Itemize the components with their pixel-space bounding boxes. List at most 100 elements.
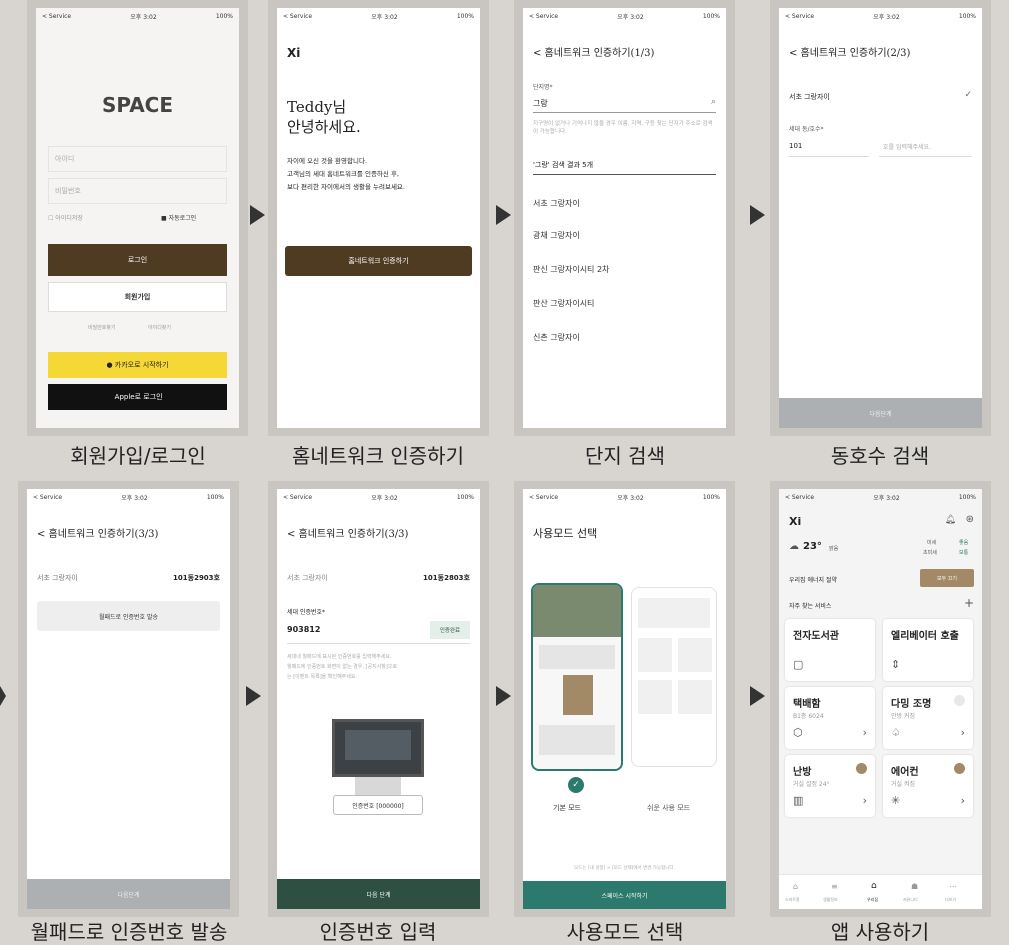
community-icon: ☗ <box>911 882 919 891</box>
verify-badge[interactable]: 인증완료 <box>430 621 470 639</box>
easy-mode-label[interactable]: 쉬운 사용 모드 <box>647 803 690 813</box>
more-icon: ⋯ <box>949 882 957 891</box>
nav-smarthome[interactable]: 스마트홈 <box>785 897 800 903</box>
list-item[interactable]: 판신 그랑자이시티 2차 <box>533 264 716 275</box>
bottom-nav: ⌂ ≡ ⌂ ☗ ⋯ 스마트홈 생활정보 우리집 커뮤니티 더보기 <box>779 874 982 909</box>
arrow-right-icon <box>250 205 265 225</box>
password-input[interactable]: 비밀번호 <box>48 178 227 204</box>
panel-auth-intro: < Service 오후 3:02 100% Xi Teddy님 안녕하세요. 자이… <box>268 0 489 436</box>
info-icon: ≡ <box>831 882 838 891</box>
start-space-button[interactable]: 스페이스 시작하기 <box>523 881 726 909</box>
nav-more[interactable]: 더보기 <box>945 897 956 903</box>
chevron-right-icon: › <box>862 794 867 807</box>
time-label: 오후 3:02 <box>130 13 157 21</box>
tile-title: 에어컨 <box>891 767 919 778</box>
chevron-right-icon: › <box>960 794 965 807</box>
wallpad-display <box>345 730 411 760</box>
bell-icon[interactable]: 🔔︎ <box>945 515 956 525</box>
save-id-checkbox[interactable]: ☐ 아이디저장 <box>48 213 83 222</box>
code-input[interactable]: 903812 <box>287 625 320 634</box>
login-button[interactable]: 로그인 <box>48 244 227 276</box>
basic-mode-preview[interactable] <box>531 583 623 771</box>
page-title[interactable]: < 홈네트워크 인증하기(1/3) <box>533 44 654 59</box>
energy-label: 우리집 에너지 절약 <box>789 577 837 584</box>
arrow-right-icon <box>496 205 511 225</box>
next-step-button[interactable]: 다음단계 <box>27 879 230 909</box>
service-tile-elevator[interactable]: 엘리베이터 호출 ⇕ <box>883 619 973 681</box>
nav-home[interactable]: 우리집 <box>867 897 878 903</box>
services-label: 자주 찾는 서비스 <box>789 603 832 610</box>
kakao-login-button[interactable]: ● 카카오로 시작하기 <box>48 352 227 378</box>
settings-icon[interactable]: ⊛ <box>966 514 974 525</box>
caption-7: 사용모드 선택 <box>566 920 684 944</box>
page-title[interactable]: < 홈네트워크 인증하기(2/3) <box>789 44 910 59</box>
easy-mode-preview[interactable] <box>631 587 717 767</box>
welcome-text-2: 고객님의 세대 홈네트워크를 인증하신 후, <box>287 170 399 178</box>
signup-button[interactable]: 회원가입 <box>48 282 227 312</box>
tile-subtitle: 거실 설정 24° <box>793 781 830 788</box>
battery-label: 100% <box>702 493 720 501</box>
screen-wallpad-send: < Service 오후 3:02 100% < 홈네트워크 인증하기(3/3) 서… <box>27 489 230 909</box>
screen-home: < Service 오후 3:02 100% Xi 🔔︎ ⊛ ☁ 23° 맑음 미세… <box>779 489 982 909</box>
all-off-button[interactable]: 모두 끄기 <box>920 569 974 587</box>
service-tile-parcel[interactable]: 택배함 B1층 6024 ⬡ › <box>785 687 875 749</box>
panel-login: < Service 오후 3:02 100% SPACE 아이디 비밀번호 ☐ 아이… <box>27 0 248 436</box>
mode-footnote: 모드는 [내 설정] > [모드 선택]에서 변경 가능합니다. <box>574 866 675 871</box>
box-icon: ⬡ <box>793 726 803 739</box>
nav-community[interactable]: 커뮤니티 <box>903 897 918 903</box>
toggle-dot[interactable] <box>856 763 867 774</box>
service-tile-lighting[interactable]: 다밍 조명 안방 커짐 ♤ › <box>883 687 973 749</box>
send-code-button[interactable]: 월패드로 인증번호 발송 <box>37 601 220 631</box>
status-bar: < Service 오후 3:02 100% <box>779 8 982 24</box>
result-count: '그랑' 검색 결과 5개 <box>533 161 594 169</box>
caption-3: 단지 검색 <box>585 444 665 468</box>
time-label: 오후 3:02 <box>371 13 398 21</box>
list-item[interactable]: 신촌 그랑자이 <box>533 332 716 343</box>
room-photo <box>533 585 621 637</box>
find-id-link[interactable]: 아이디찾기 <box>148 324 171 331</box>
search-icon[interactable]: ⌕ <box>711 97 716 107</box>
add-icon[interactable]: + <box>964 596 974 610</box>
nav-info[interactable]: 생활정보 <box>823 897 838 903</box>
book-icon: ▢ <box>793 658 804 671</box>
help-text-2: 월패드에 인증번호 화면이 없는 경우, [공지사항]으로 <box>287 664 398 670</box>
arrow-right-icon <box>750 205 765 225</box>
dong-input[interactable]: 101 <box>789 142 802 150</box>
auto-login-checkbox[interactable]: ■ 자동로그인 <box>161 213 196 222</box>
caption-6: 인증번호 입력 <box>319 920 437 944</box>
carrier-label: < Service <box>33 493 63 501</box>
panel-wallpad-send: < Service 오후 3:02 100% < 홈네트워크 인증하기(3/3) 서… <box>18 481 239 917</box>
service-tile-library[interactable]: 전자도서관 ▢ <box>785 619 875 681</box>
ho-input[interactable]: 호를 입력해주세요. <box>883 142 931 151</box>
toggle-dot[interactable] <box>954 763 965 774</box>
complex-search-input[interactable]: 그랑 <box>533 98 548 109</box>
service-tile-heating[interactable]: 난방 거실 설정 24° ▥ › <box>785 755 875 817</box>
page-title[interactable]: < 홈네트워크 인증하기(3/3) <box>37 525 158 540</box>
carrier-label: < Service <box>785 493 815 501</box>
list-item[interactable]: 서초 그랑자이 <box>533 198 716 209</box>
caption-2: 홈네트워크 인증하기 <box>292 444 464 468</box>
page-title: 사용모드 선택 <box>533 527 598 540</box>
selected-complex: 서초 그랑자이 <box>37 574 78 582</box>
service-tile-aircon[interactable]: 에어컨 거실 켜짐 ✳ › <box>883 755 973 817</box>
home-network-auth-button[interactable]: 홈네트워크 인증하기 <box>285 246 472 276</box>
screen-login: < Service 오후 3:02 100% SPACE 아이디 비밀번호 ☐ 아이… <box>36 8 239 428</box>
basic-mode-label[interactable]: 기본 모드 <box>553 803 581 813</box>
temperature: 23° <box>803 541 822 552</box>
apple-login-button[interactable]: Apple로 로그인 <box>48 384 227 410</box>
toggle-dot[interactable] <box>954 695 965 706</box>
preview-card <box>638 638 672 672</box>
next-step-button[interactable]: 다음단계 <box>779 398 982 428</box>
carrier-label: < Service <box>283 493 313 501</box>
xi-logo: Xi <box>789 515 802 528</box>
status-bar: < Service 오후 3:02 100% <box>523 489 726 505</box>
find-password-link[interactable]: 비밀번호찾기 <box>88 324 116 331</box>
check-icon: ✓ <box>568 777 584 793</box>
id-input[interactable]: 아이디 <box>48 146 227 172</box>
next-step-button[interactable]: 다음 단계 <box>277 879 480 909</box>
list-item[interactable]: 광채 그랑자이 <box>533 230 716 241</box>
page-title[interactable]: < 홈네트워크 인증하기(3/3) <box>287 525 408 540</box>
preview-highlight <box>563 675 593 715</box>
carrier-label: < Service <box>42 12 72 20</box>
list-item[interactable]: 판산 그랑자이시티 <box>533 298 716 309</box>
